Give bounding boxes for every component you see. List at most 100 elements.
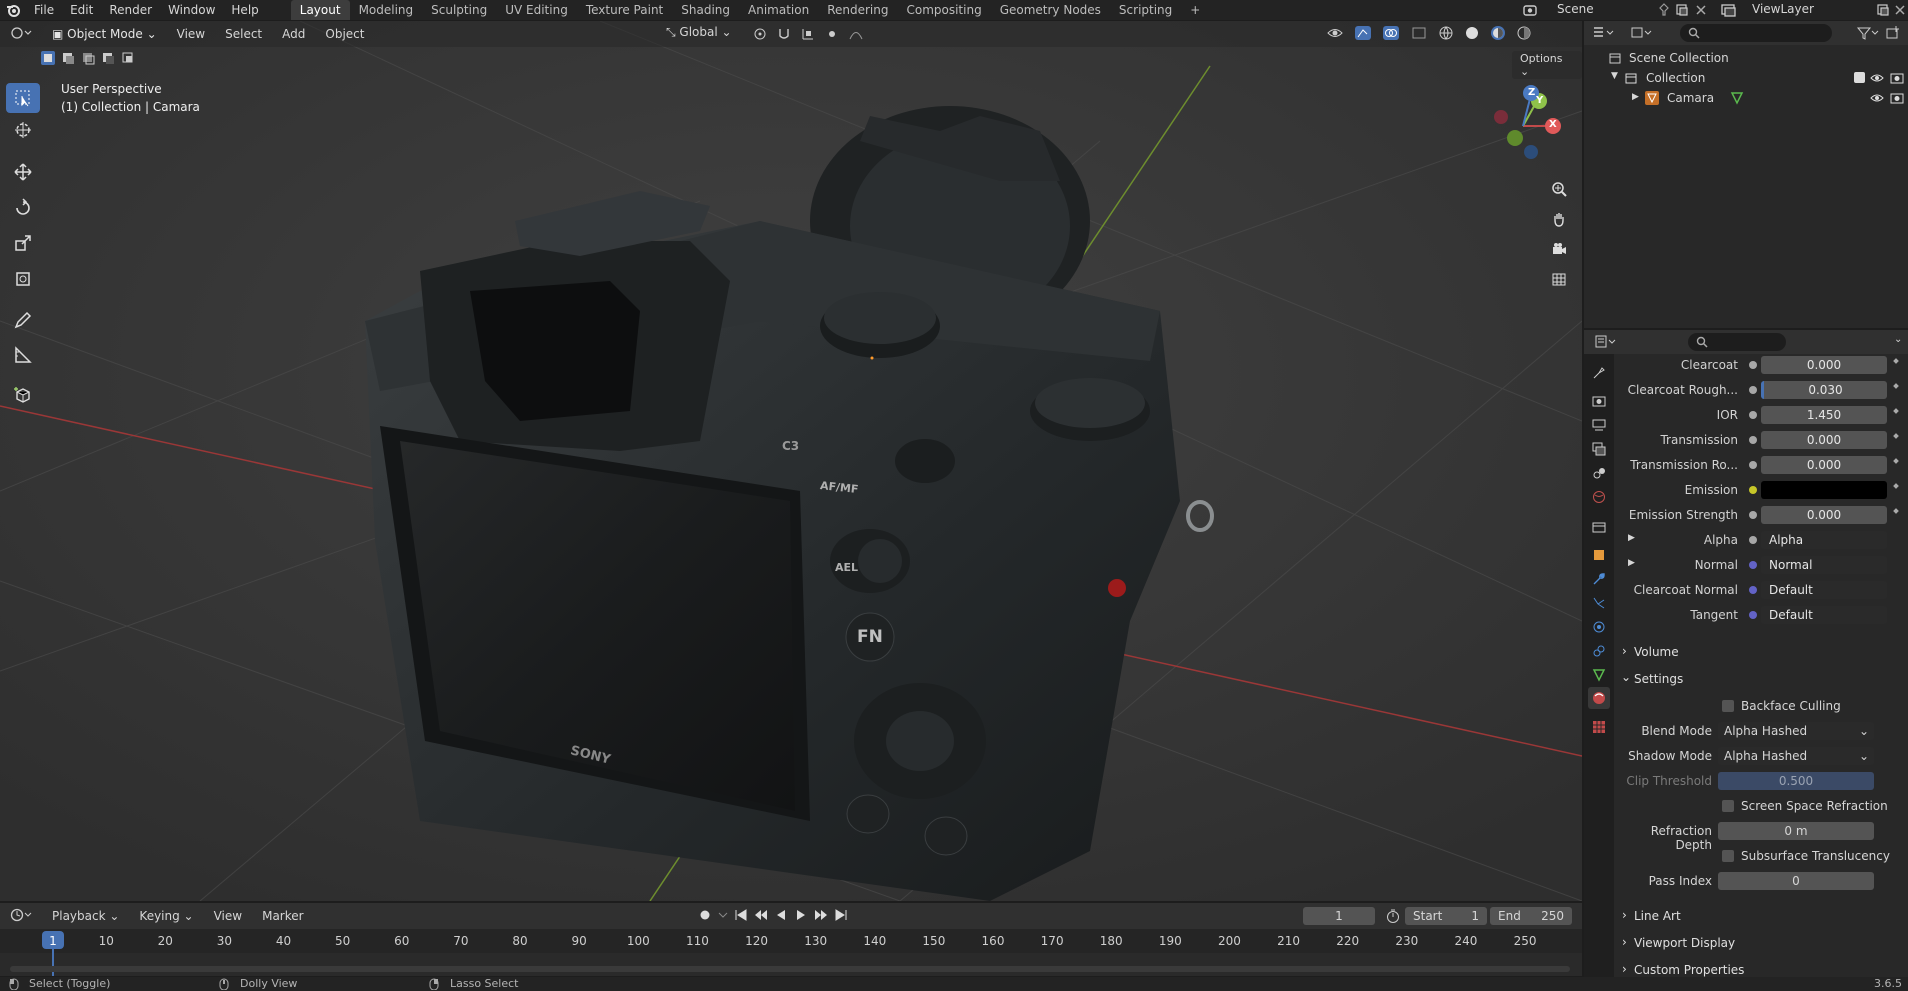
snapping-controls[interactable] bbox=[752, 26, 872, 42]
prop-ior[interactable]: IOR 1.450 bbox=[1614, 404, 1908, 426]
annotate-tool[interactable] bbox=[6, 305, 40, 335]
options-dropdown[interactable]: Options ⌄ bbox=[1512, 51, 1582, 79]
timeline-menu-keying[interactable]: Keying ⌄ bbox=[131, 907, 201, 925]
menu-render[interactable]: Render bbox=[101, 3, 160, 17]
shadow-mode-dropdown[interactable]: Alpha Hashed ⌄ bbox=[1718, 747, 1874, 765]
setting-shadow-mode[interactable]: Shadow Mode Alpha Hashed ⌄ bbox=[1614, 745, 1908, 767]
keyframe-icon[interactable] bbox=[1893, 433, 1899, 439]
transmission-roughness-field[interactable]: 0.000 bbox=[1761, 456, 1887, 474]
editor-type-button[interactable] bbox=[2, 24, 40, 45]
chevron-down-icon[interactable]: ⌄ bbox=[1894, 334, 1902, 345]
menu-help[interactable]: Help bbox=[223, 3, 266, 17]
tab-sculpting[interactable]: Sculpting bbox=[422, 0, 496, 20]
ior-field[interactable]: 1.450 bbox=[1761, 406, 1887, 424]
expand-arrow-icon[interactable]: ▶ bbox=[1632, 92, 1639, 102]
prop-tangent[interactable]: Tangent Default bbox=[1614, 604, 1908, 626]
tab-scene[interactable] bbox=[1588, 462, 1610, 484]
viewport-display-controls[interactable] bbox=[1326, 25, 1532, 41]
transform-tool[interactable] bbox=[6, 264, 40, 294]
tab-layout[interactable]: Layout bbox=[290, 0, 350, 20]
view-layer-name-field[interactable]: ViewLayer bbox=[1752, 2, 1814, 16]
prop-emission-strength[interactable]: Emission Strength 0.000 bbox=[1614, 504, 1908, 526]
keyframe-icon[interactable] bbox=[1893, 358, 1899, 364]
setting-backface-culling[interactable]: Backface Culling bbox=[1614, 695, 1908, 717]
tab-texture[interactable] bbox=[1588, 716, 1610, 738]
vector-socket-icon[interactable] bbox=[1749, 611, 1757, 619]
rotate-tool[interactable] bbox=[6, 193, 40, 223]
section-settings[interactable]: ⌄ Settings bbox=[1614, 668, 1908, 690]
clearcoat-field[interactable]: 0.000 bbox=[1761, 356, 1887, 374]
socket-icon[interactable] bbox=[1749, 461, 1757, 469]
tab-collection[interactable] bbox=[1588, 516, 1610, 538]
move-tool[interactable] bbox=[6, 157, 40, 187]
view-layer-icon[interactable] bbox=[1720, 2, 1738, 18]
prop-alpha[interactable]: ▶ Alpha Alpha bbox=[1614, 529, 1908, 551]
properties-search-input[interactable] bbox=[1688, 333, 1786, 351]
outliner-row-scene-collection[interactable]: Scene Collection bbox=[1584, 48, 1908, 68]
expand-arrow-icon[interactable]: ▶ bbox=[1628, 533, 1635, 543]
add-workspace-button[interactable]: + bbox=[1181, 0, 1209, 20]
collection-checkbox[interactable] bbox=[1854, 72, 1865, 83]
keyframe-icon[interactable] bbox=[1893, 383, 1899, 389]
tab-shading[interactable]: Shading bbox=[672, 0, 739, 20]
tab-view-layer[interactable] bbox=[1588, 438, 1610, 460]
setting-subsurface-translucency[interactable]: Subsurface Translucency bbox=[1614, 845, 1908, 867]
measure-tool[interactable] bbox=[6, 340, 40, 370]
transform-orientation-dropdown[interactable]: ⤡ Global ⌄ bbox=[666, 25, 732, 40]
tab-object[interactable] bbox=[1588, 544, 1610, 566]
perspective-toggle-button[interactable] bbox=[1546, 266, 1572, 292]
menu-file[interactable]: File bbox=[26, 3, 62, 17]
selection-mode-buttons[interactable] bbox=[40, 50, 136, 66]
prop-transmission-roughness[interactable]: Transmission Ro... 0.000 bbox=[1614, 454, 1908, 476]
scale-tool[interactable] bbox=[6, 228, 40, 258]
section-viewport-display[interactable]: › Viewport Display bbox=[1614, 932, 1908, 954]
prop-emission[interactable]: Emission bbox=[1614, 479, 1908, 501]
timeline-menu-playback[interactable]: Playback ⌄ bbox=[44, 907, 127, 925]
menu-window[interactable]: Window bbox=[160, 3, 223, 17]
new-collection-button[interactable] bbox=[1885, 25, 1901, 44]
vector-socket-icon[interactable] bbox=[1749, 561, 1757, 569]
viewport-menu-add[interactable]: Add bbox=[274, 25, 313, 43]
display-mode-dropdown[interactable] bbox=[1630, 25, 1654, 44]
tab-rendering[interactable]: Rendering bbox=[818, 0, 897, 20]
section-volume[interactable]: › Volume bbox=[1614, 641, 1908, 663]
screen-space-refraction-checkbox[interactable] bbox=[1722, 800, 1734, 812]
emission-color-field[interactable] bbox=[1761, 481, 1887, 499]
tab-modeling[interactable]: Modeling bbox=[350, 0, 423, 20]
stopwatch-icon[interactable] bbox=[1385, 908, 1401, 924]
tab-tool[interactable] bbox=[1588, 362, 1610, 384]
current-frame-field[interactable]: 1 bbox=[1303, 907, 1375, 925]
scene-icon[interactable] bbox=[1522, 2, 1538, 18]
viewport-menu-object[interactable]: Object bbox=[317, 25, 372, 43]
tangent-field[interactable]: Default bbox=[1761, 606, 1887, 624]
socket-icon[interactable] bbox=[1749, 411, 1757, 419]
pass-index-field[interactable]: 0 bbox=[1718, 872, 1874, 890]
delete-scene-icon[interactable] bbox=[1694, 3, 1708, 17]
timeline-menu-marker[interactable]: Marker bbox=[254, 907, 311, 925]
setting-clip-threshold[interactable]: Clip Threshold 0.500 bbox=[1614, 770, 1908, 792]
expand-arrow-icon[interactable]: ▶ bbox=[1628, 558, 1635, 568]
start-frame-field[interactable]: Start 1 bbox=[1405, 907, 1487, 925]
object-mode-dropdown[interactable]: ▣ Object Mode ⌄ bbox=[44, 25, 165, 43]
prop-clearcoat-normal[interactable]: Clearcoat Normal Default bbox=[1614, 579, 1908, 601]
clearcoat-normal-field[interactable]: Default bbox=[1761, 581, 1887, 599]
tab-world[interactable] bbox=[1588, 486, 1610, 508]
prop-normal[interactable]: ▶ Normal Normal bbox=[1614, 554, 1908, 576]
next-keyframe-icon[interactable] bbox=[814, 908, 828, 922]
prop-clearcoat-roughness[interactable]: Clearcoat Rough... 0.030 bbox=[1614, 379, 1908, 401]
new-view-layer-icon[interactable] bbox=[1876, 3, 1890, 17]
socket-icon[interactable] bbox=[1749, 386, 1757, 394]
filter-button[interactable] bbox=[1856, 25, 1880, 44]
tab-compositing[interactable]: Compositing bbox=[897, 0, 990, 20]
socket-icon[interactable] bbox=[1749, 436, 1757, 444]
tab-material[interactable] bbox=[1588, 687, 1610, 709]
tab-object-data[interactable] bbox=[1588, 664, 1610, 686]
timeline-scrollbar[interactable] bbox=[10, 966, 1570, 972]
tab-output[interactable] bbox=[1588, 414, 1610, 436]
delete-view-layer-icon[interactable] bbox=[1893, 3, 1907, 17]
clip-threshold-slider[interactable]: 0.500 bbox=[1718, 772, 1874, 790]
record-icon[interactable] bbox=[698, 908, 712, 922]
tab-constraints[interactable] bbox=[1588, 640, 1610, 662]
emission-strength-field[interactable]: 0.000 bbox=[1761, 506, 1887, 524]
backface-culling-checkbox[interactable] bbox=[1722, 700, 1734, 712]
